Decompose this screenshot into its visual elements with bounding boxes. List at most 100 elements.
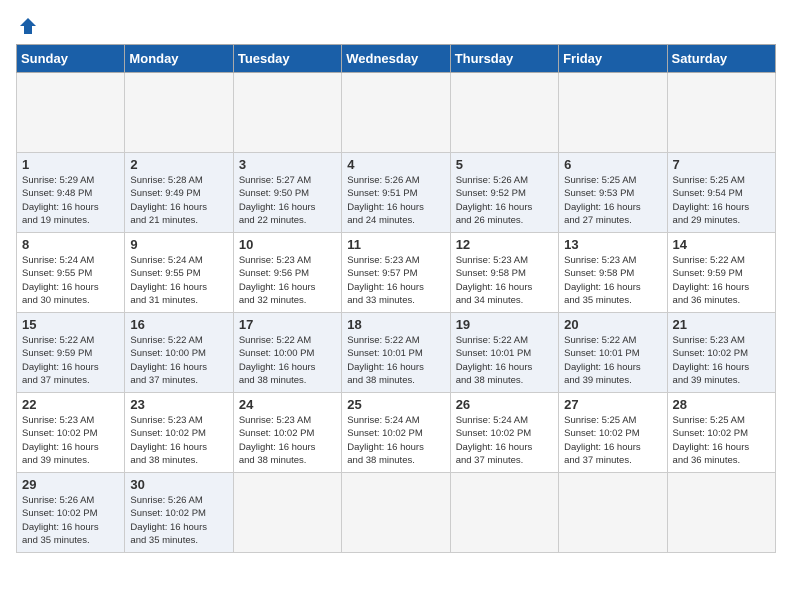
calendar-cell: 21 Sunrise: 5:23 AM Sunset: 10:02 PM Dayl… (667, 313, 775, 393)
day-number: 1 (22, 157, 119, 172)
day-info: Sunrise: 5:23 AM Sunset: 10:02 PM Daylig… (130, 414, 227, 467)
day-info: Sunrise: 5:25 AM Sunset: 9:54 PM Dayligh… (673, 174, 770, 227)
calendar-cell: 24Sunrise: 5:23 AM Sunset: 10:02 PM Dayl… (233, 393, 341, 473)
day-number: 21 (673, 317, 770, 332)
calendar-header-monday: Monday (125, 45, 233, 73)
day-info: Sunrise: 5:24 AM Sunset: 10:02 PM Daylig… (347, 414, 444, 467)
calendar-header-wednesday: Wednesday (342, 45, 450, 73)
day-number: 14 (673, 237, 770, 252)
calendar-cell: 1 Sunrise: 5:29 AM Sunset: 9:48 PM Daylig… (17, 153, 125, 233)
day-info: Sunrise: 5:23 AM Sunset: 9:56 PM Dayligh… (239, 254, 336, 307)
day-number: 11 (347, 237, 444, 252)
day-number: 16 (130, 317, 227, 332)
day-info: Sunrise: 5:22 AM Sunset: 9:59 PM Dayligh… (673, 254, 770, 307)
calendar-week-row: 8 Sunrise: 5:24 AM Sunset: 9:55 PM Daylig… (17, 233, 776, 313)
day-info: Sunrise: 5:22 AM Sunset: 10:01 PM Daylig… (347, 334, 444, 387)
day-info: Sunrise: 5:25 AM Sunset: 10:02 PM Daylig… (564, 414, 661, 467)
day-info: Sunrise: 5:26 AM Sunset: 10:02 PM Daylig… (22, 494, 119, 547)
day-number: 6 (564, 157, 661, 172)
day-info: Sunrise: 5:23 AM Sunset: 9:57 PM Dayligh… (347, 254, 444, 307)
calendar-cell: 17Sunrise: 5:22 AM Sunset: 10:00 PM Dayl… (233, 313, 341, 393)
calendar-week-row (17, 73, 776, 153)
day-number: 23 (130, 397, 227, 412)
calendar-header-sunday: Sunday (17, 45, 125, 73)
day-info: Sunrise: 5:28 AM Sunset: 9:49 PM Dayligh… (130, 174, 227, 227)
logo-icon (18, 16, 38, 36)
day-info: Sunrise: 5:22 AM Sunset: 10:00 PM Daylig… (130, 334, 227, 387)
day-number: 7 (673, 157, 770, 172)
day-number: 5 (456, 157, 553, 172)
calendar-week-row: 15Sunrise: 5:22 AM Sunset: 9:59 PM Dayli… (17, 313, 776, 393)
calendar-header-friday: Friday (559, 45, 667, 73)
page-header (16, 16, 776, 36)
calendar-cell: 7 Sunrise: 5:25 AM Sunset: 9:54 PM Daylig… (667, 153, 775, 233)
day-number: 24 (239, 397, 336, 412)
calendar-cell (559, 473, 667, 553)
day-number: 10 (239, 237, 336, 252)
day-number: 18 (347, 317, 444, 332)
calendar-cell: 8 Sunrise: 5:24 AM Sunset: 9:55 PM Daylig… (17, 233, 125, 313)
day-info: Sunrise: 5:22 AM Sunset: 10:01 PM Daylig… (456, 334, 553, 387)
day-info: Sunrise: 5:25 AM Sunset: 9:53 PM Dayligh… (564, 174, 661, 227)
calendar-cell: 26 Sunrise: 5:24 AM Sunset: 10:02 PM Dayl… (450, 393, 558, 473)
calendar-cell (667, 73, 775, 153)
calendar-cell (233, 473, 341, 553)
calendar-cell: 4 Sunrise: 5:26 AM Sunset: 9:51 PM Daylig… (342, 153, 450, 233)
day-number: 27 (564, 397, 661, 412)
day-info: Sunrise: 5:23 AM Sunset: 9:58 PM Dayligh… (564, 254, 661, 307)
day-number: 8 (22, 237, 119, 252)
calendar-cell: 25 Sunrise: 5:24 AM Sunset: 10:02 PM Dayl… (342, 393, 450, 473)
day-info: Sunrise: 5:25 AM Sunset: 10:02 PM Daylig… (673, 414, 770, 467)
day-number: 28 (673, 397, 770, 412)
day-info: Sunrise: 5:26 AM Sunset: 10:02 PM Daylig… (130, 494, 227, 547)
day-number: 26 (456, 397, 553, 412)
calendar-cell (233, 73, 341, 153)
day-info: Sunrise: 5:29 AM Sunset: 9:48 PM Dayligh… (22, 174, 119, 227)
calendar-cell: 9Sunrise: 5:24 AM Sunset: 9:55 PM Daylig… (125, 233, 233, 313)
day-number: 19 (456, 317, 553, 332)
calendar-cell: 30 Sunrise: 5:26 AM Sunset: 10:02 PM Dayl… (125, 473, 233, 553)
calendar-cell (342, 473, 450, 553)
calendar-header-saturday: Saturday (667, 45, 775, 73)
day-info: Sunrise: 5:27 AM Sunset: 9:50 PM Dayligh… (239, 174, 336, 227)
calendar-cell (125, 73, 233, 153)
day-number: 30 (130, 477, 227, 492)
day-number: 25 (347, 397, 444, 412)
calendar-table: SundayMondayTuesdayWednesdayThursdayFrid… (16, 44, 776, 553)
day-info: Sunrise: 5:24 AM Sunset: 9:55 PM Dayligh… (22, 254, 119, 307)
day-number: 29 (22, 477, 119, 492)
calendar-cell: 14 Sunrise: 5:22 AM Sunset: 9:59 PM Dayli… (667, 233, 775, 313)
day-info: Sunrise: 5:23 AM Sunset: 9:58 PM Dayligh… (456, 254, 553, 307)
calendar-week-row: 1 Sunrise: 5:29 AM Sunset: 9:48 PM Daylig… (17, 153, 776, 233)
calendar-cell: 16 Sunrise: 5:22 AM Sunset: 10:00 PM Dayl… (125, 313, 233, 393)
calendar-cell: 12 Sunrise: 5:23 AM Sunset: 9:58 PM Dayli… (450, 233, 558, 313)
day-number: 2 (130, 157, 227, 172)
day-number: 4 (347, 157, 444, 172)
calendar-cell: 15Sunrise: 5:22 AM Sunset: 9:59 PM Dayli… (17, 313, 125, 393)
logo (16, 16, 38, 36)
day-info: Sunrise: 5:26 AM Sunset: 9:52 PM Dayligh… (456, 174, 553, 227)
calendar-cell (559, 73, 667, 153)
calendar-cell: 6 Sunrise: 5:25 AM Sunset: 9:53 PM Daylig… (559, 153, 667, 233)
day-info: Sunrise: 5:23 AM Sunset: 10:02 PM Daylig… (22, 414, 119, 467)
day-number: 3 (239, 157, 336, 172)
calendar-cell: 2 Sunrise: 5:28 AM Sunset: 9:49 PM Daylig… (125, 153, 233, 233)
day-number: 22 (22, 397, 119, 412)
day-info: Sunrise: 5:26 AM Sunset: 9:51 PM Dayligh… (347, 174, 444, 227)
day-info: Sunrise: 5:22 AM Sunset: 10:00 PM Daylig… (239, 334, 336, 387)
day-number: 12 (456, 237, 553, 252)
calendar-week-row: 22 Sunrise: 5:23 AM Sunset: 10:02 PM Dayl… (17, 393, 776, 473)
calendar-cell (342, 73, 450, 153)
calendar-cell: 22 Sunrise: 5:23 AM Sunset: 10:02 PM Dayl… (17, 393, 125, 473)
calendar-header-tuesday: Tuesday (233, 45, 341, 73)
calendar-cell: 19 Sunrise: 5:22 AM Sunset: 10:01 PM Dayl… (450, 313, 558, 393)
day-number: 13 (564, 237, 661, 252)
calendar-week-row: 29 Sunrise: 5:26 AM Sunset: 10:02 PM Dayl… (17, 473, 776, 553)
day-number: 20 (564, 317, 661, 332)
calendar-cell: 29 Sunrise: 5:26 AM Sunset: 10:02 PM Dayl… (17, 473, 125, 553)
day-info: Sunrise: 5:22 AM Sunset: 9:59 PM Dayligh… (22, 334, 119, 387)
day-info: Sunrise: 5:24 AM Sunset: 10:02 PM Daylig… (456, 414, 553, 467)
calendar-cell (667, 473, 775, 553)
calendar-cell: 10 Sunrise: 5:23 AM Sunset: 9:56 PM Dayli… (233, 233, 341, 313)
day-info: Sunrise: 5:23 AM Sunset: 10:02 PM Daylig… (673, 334, 770, 387)
